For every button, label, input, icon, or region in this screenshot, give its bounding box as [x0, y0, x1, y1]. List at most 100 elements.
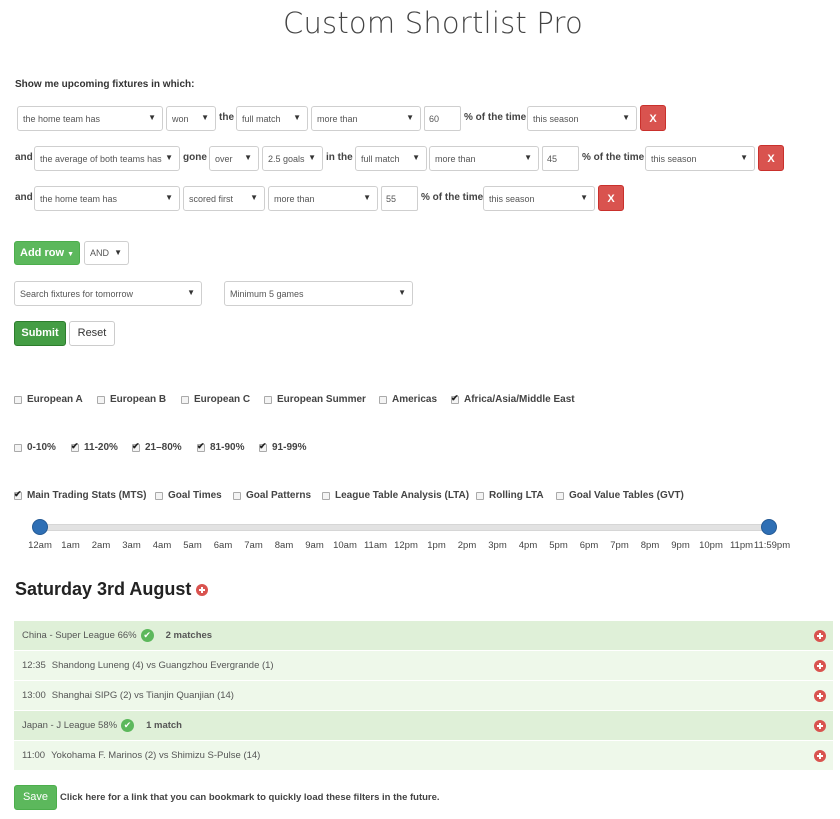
plus-circle-icon[interactable]	[196, 583, 209, 596]
percent-input[interactable]: 60	[424, 106, 461, 131]
timeframe-value: this season	[651, 154, 697, 164]
checkbox-band-0-10[interactable]: 0-10%	[14, 442, 56, 453]
checkbox-icon[interactable]	[476, 491, 484, 500]
label-and: and	[15, 152, 33, 163]
label-in-the: in the	[326, 152, 353, 163]
checkbox-european-b[interactable]: European B	[97, 394, 166, 405]
slider-tick-label: 6am	[213, 540, 233, 551]
checkbox-band-21-80[interactable]: 21–80%	[132, 441, 182, 453]
checkbox-icon[interactable]	[556, 491, 564, 500]
checkbox-label: European C	[194, 394, 251, 405]
checkbox-icon[interactable]	[451, 393, 459, 404]
subject-select[interactable]: the home team has ▼	[34, 186, 180, 211]
timeframe-select[interactable]: this season ▼	[527, 106, 637, 131]
submit-button[interactable]: Submit	[14, 321, 66, 346]
checkbox-rolling-lta[interactable]: Rolling LTA	[476, 490, 544, 501]
checkbox-icon[interactable]	[379, 395, 387, 404]
reset-button[interactable]: Reset	[69, 321, 115, 346]
subject-select[interactable]: the average of both teams has ▼	[34, 146, 180, 171]
slider-tick-label: 6pm	[579, 540, 599, 551]
timeframe-value: this season	[489, 194, 535, 204]
subject-select[interactable]: the home team has ▼	[17, 106, 163, 131]
checkbox-label: European Summer	[277, 394, 366, 405]
comparison-value: more than	[317, 114, 358, 124]
caret-down-icon: ▼	[398, 288, 406, 297]
slider-tick-label: 1pm	[427, 540, 446, 551]
checkbox-european-summer[interactable]: European Summer	[264, 394, 366, 405]
goals-select[interactable]: 2.5 goals ▼	[262, 146, 323, 171]
checkbox-gvt[interactable]: Goal Value Tables (GVT)	[556, 490, 684, 501]
checkbox-icon[interactable]	[97, 395, 105, 404]
search-scope-select[interactable]: Search fixtures for tomorrow ▼	[14, 281, 202, 306]
comparison-select[interactable]: more than ▼	[311, 106, 421, 131]
remove-row-button[interactable]: X	[758, 145, 784, 171]
caret-down-icon: ▼	[187, 288, 195, 297]
checkbox-icon[interactable]	[155, 491, 163, 500]
plus-circle-icon[interactable]	[814, 750, 826, 762]
checkbox-icon[interactable]	[197, 441, 205, 452]
comparison-value: more than	[435, 154, 476, 164]
slider-start-handle[interactable]	[32, 519, 48, 535]
checkbox-goal-times[interactable]: Goal Times	[155, 490, 222, 501]
checkbox-band-91-99[interactable]: 91-99%	[259, 441, 306, 453]
action-select[interactable]: won ▼	[166, 106, 216, 131]
checkbox-label: European B	[110, 394, 167, 405]
logic-operator-select[interactable]: AND ▼	[84, 241, 129, 265]
checkbox-icon[interactable]	[14, 443, 22, 452]
checkbox-label: Rolling LTA	[489, 490, 544, 501]
add-row-button[interactable]: Add row ▼	[14, 241, 80, 265]
league-row[interactable]: China - Super League 66% ✔ 2 matches	[14, 621, 833, 651]
match-row[interactable]: 11:00 Yokohama F. Marinos (2) vs Shimizu…	[14, 741, 833, 771]
league-row[interactable]: Japan - J League 58% ✔ 1 match	[14, 711, 833, 741]
add-row-label: Add row	[20, 247, 64, 259]
checkbox-icon[interactable]	[233, 491, 241, 500]
checkbox-band-11-20[interactable]: 11-20%	[71, 441, 118, 453]
checkbox-icon[interactable]	[181, 395, 189, 404]
plus-circle-icon[interactable]	[814, 720, 826, 732]
check-circle-icon: ✔	[121, 719, 135, 732]
label-percent-of-time: % of the time	[421, 192, 484, 203]
checkbox-icon[interactable]	[322, 491, 330, 500]
comparison-select[interactable]: more than ▼	[429, 146, 539, 171]
checkbox-icon[interactable]	[14, 395, 22, 404]
plus-circle-icon[interactable]	[814, 630, 826, 642]
plus-circle-icon[interactable]	[814, 690, 826, 702]
slider-tick-label: 7pm	[610, 540, 629, 551]
slider-tick-label: 12am	[28, 540, 52, 551]
period-select[interactable]: full match ▼	[355, 146, 427, 171]
match-time: 13:00	[22, 690, 46, 701]
direction-select[interactable]: over ▼	[209, 146, 259, 171]
checkbox-mts[interactable]: Main Trading Stats (MTS)	[14, 489, 146, 501]
percent-input[interactable]: 45	[542, 146, 579, 171]
action-select[interactable]: scored first ▼	[183, 186, 265, 211]
checkbox-lta[interactable]: League Table Analysis (LTA)	[322, 490, 469, 501]
timeframe-select[interactable]: this season ▼	[645, 146, 755, 171]
remove-row-button[interactable]: X	[598, 185, 624, 211]
minimum-games-select[interactable]: Minimum 5 games ▼	[224, 281, 413, 306]
checkbox-icon[interactable]	[71, 441, 79, 452]
match-row[interactable]: 12:35 Shandong Luneng (4) vs Guangzhou E…	[14, 651, 833, 681]
timeframe-select[interactable]: this season ▼	[483, 186, 595, 211]
checkbox-icon[interactable]	[132, 441, 140, 452]
checkbox-icon[interactable]	[259, 441, 267, 452]
checkbox-icon[interactable]	[14, 489, 22, 500]
slider-end-handle[interactable]	[761, 519, 777, 535]
checkbox-european-c[interactable]: European C	[181, 394, 250, 405]
slider-tick-label: 10am	[333, 540, 357, 551]
checkbox-americas[interactable]: Americas	[379, 394, 437, 405]
checkbox-goal-patterns[interactable]: Goal Patterns	[233, 490, 311, 501]
checkbox-band-81-90[interactable]: 81-90%	[197, 441, 244, 453]
checkbox-european-a[interactable]: European A	[14, 394, 83, 405]
save-button[interactable]: Save	[14, 785, 57, 810]
plus-circle-icon[interactable]	[814, 660, 826, 672]
checkbox-icon[interactable]	[264, 395, 272, 404]
save-note[interactable]: Click here for a link that you can bookm…	[60, 792, 440, 803]
comparison-select[interactable]: more than ▼	[268, 186, 378, 211]
caret-down-icon: ▼	[250, 193, 258, 202]
remove-row-button[interactable]: X	[640, 105, 666, 131]
slider-track[interactable]	[40, 524, 769, 531]
checkbox-africa-asia-middle-east[interactable]: Africa/Asia/Middle East	[451, 393, 575, 405]
percent-input[interactable]: 55	[381, 186, 418, 211]
match-row[interactable]: 13:00 Shanghai SIPG (2) vs Tianjin Quanj…	[14, 681, 833, 711]
period-select[interactable]: full match ▼	[236, 106, 308, 131]
